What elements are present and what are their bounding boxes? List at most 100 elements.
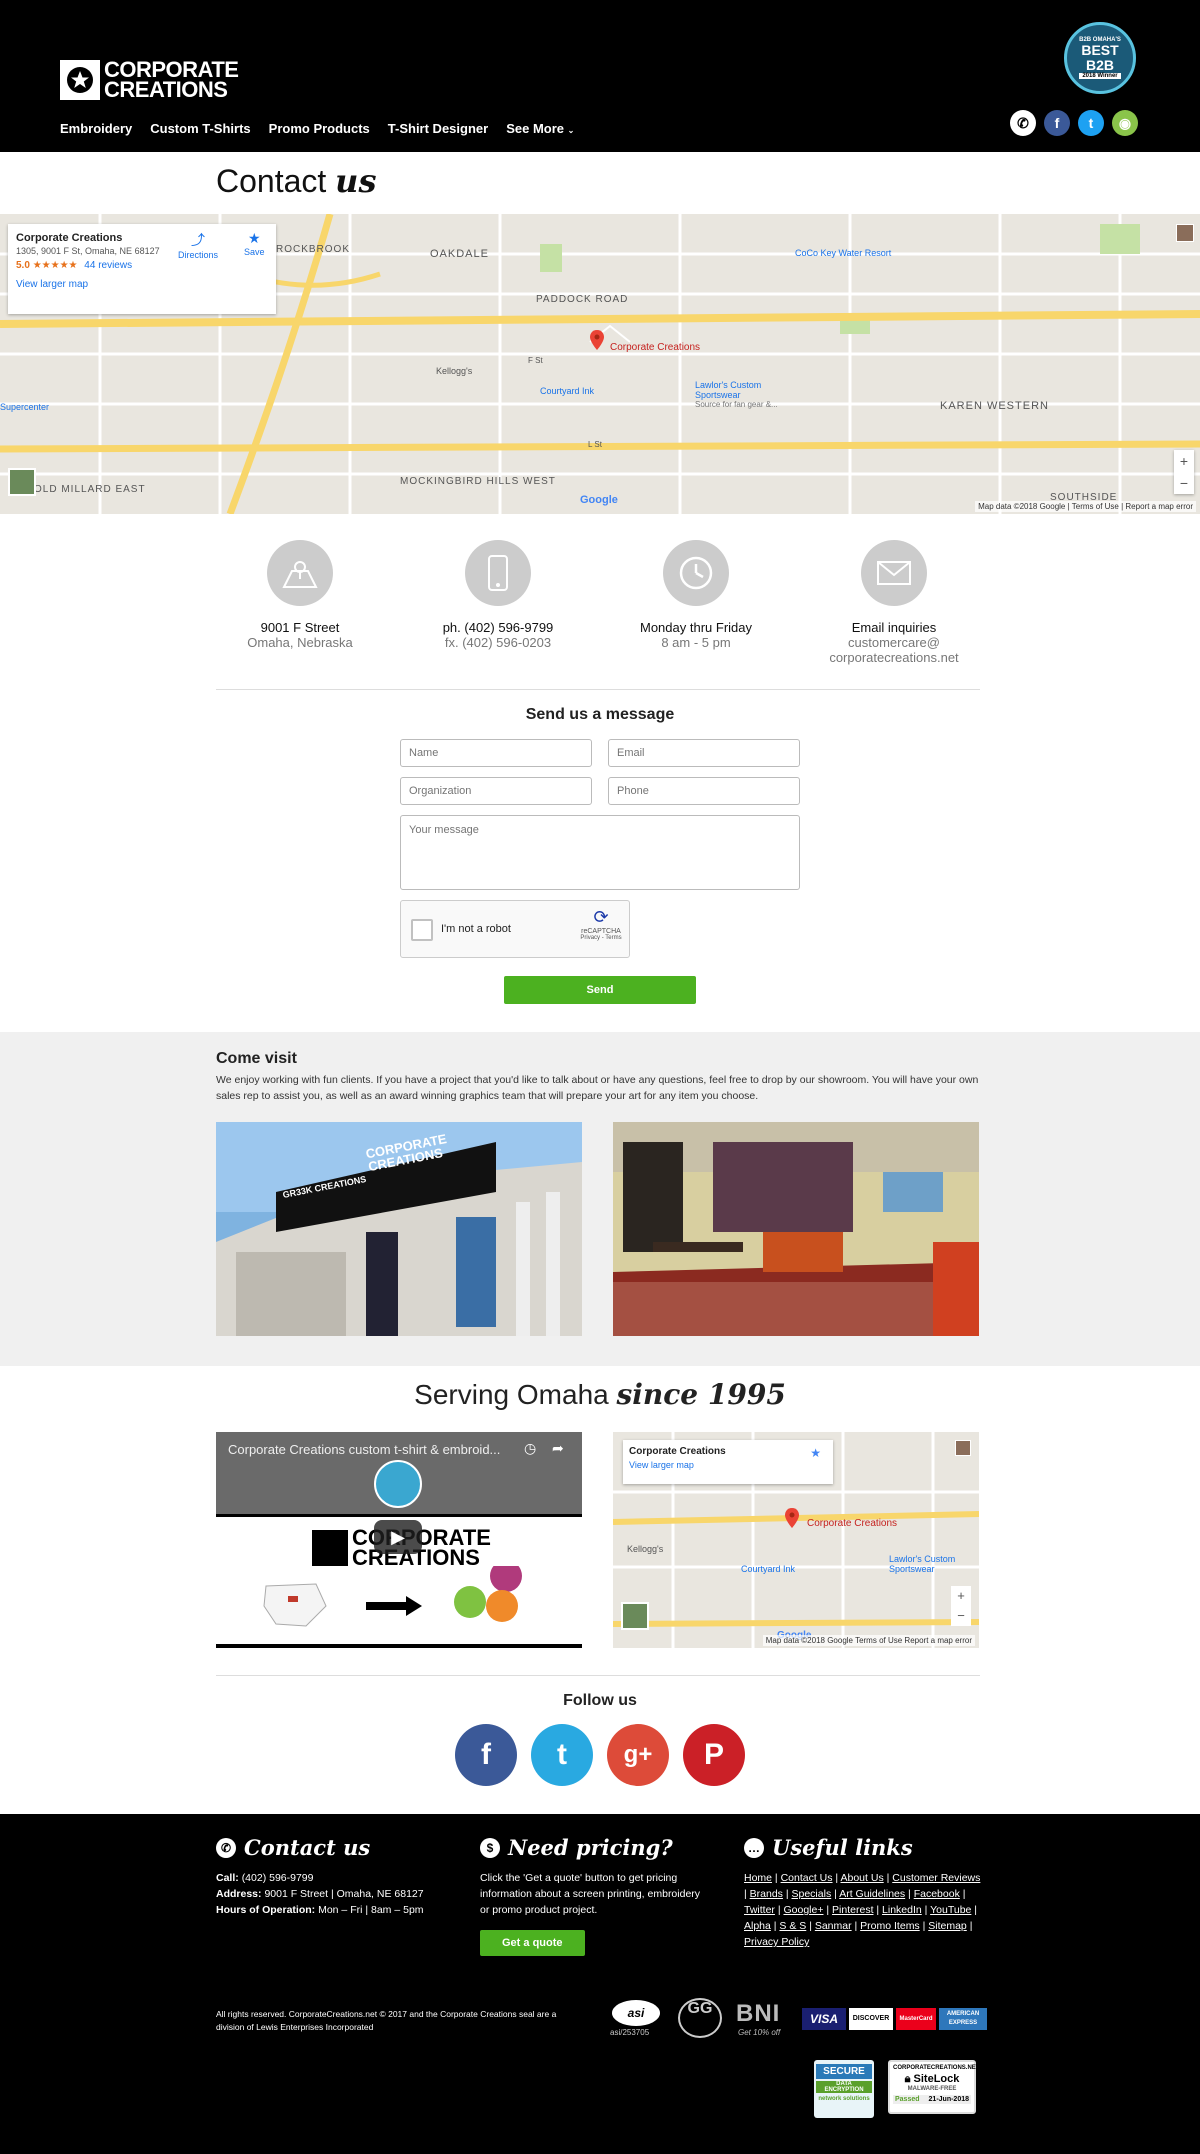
nav-embroidery[interactable]: Embroidery	[60, 121, 132, 136]
logo-mark-icon	[60, 60, 100, 100]
youtube-video[interactable]: Corporate Creations custom t-shirt & emb…	[216, 1432, 582, 1648]
google-map[interactable]: Corporate Creations 1305, 9001 F St, Oma…	[0, 214, 1200, 514]
footer-link[interactable]: Facebook	[914, 1888, 960, 1900]
footer-link[interactable]: Sitemap	[928, 1920, 967, 1932]
footer-links: … Useful links Home | Contact Us | About …	[744, 1837, 984, 1950]
gg-seal-icon: GG	[678, 1998, 722, 2038]
footer-link[interactable]: Pinterest	[832, 1904, 873, 1916]
send-button[interactable]: Send	[504, 976, 696, 1004]
recaptcha-widget: I'm not a robot ⟳ reCAPTCHA Privacy - Te…	[400, 900, 630, 958]
street-view-icon[interactable]	[955, 1440, 971, 1456]
pinterest-icon[interactable]: P	[683, 1724, 745, 1786]
sitelock-badge[interactable]: CORPORATECREATIONS.NET 🔒︎ SiteLock MALWA…	[888, 2060, 979, 2114]
secure-badge[interactable]: SECURE DATA ENCRYPTION network solutions	[814, 2060, 874, 2118]
map-place-card: Corporate Creations 1305, 9001 F St, Oma…	[8, 224, 276, 314]
map-reviews-link[interactable]: 44 reviews	[84, 260, 132, 271]
asi-logo: asi	[612, 2000, 660, 2026]
map2-place-card: Corporate Creations View larger map ★	[623, 1440, 833, 1484]
footer-link[interactable]: Art Guidelines	[839, 1888, 905, 1900]
nav-custom-tshirts[interactable]: Custom T-Shirts	[150, 121, 250, 136]
amex-icon: AMERICAN EXPRESS	[939, 2008, 987, 2030]
map-view-larger-link[interactable]: View larger map	[16, 279, 268, 290]
google-plus-icon[interactable]: g+	[607, 1724, 669, 1786]
footer-link[interactable]: Twitter	[744, 1904, 775, 1916]
footer-link[interactable]: YouTube	[930, 1904, 971, 1916]
watch-later-icon[interactable]: ◷	[524, 1440, 536, 1457]
map-pin-icon[interactable]	[590, 330, 604, 350]
asi-number: asi/253705	[610, 2028, 650, 2037]
phone-icon[interactable]: ✆	[1010, 110, 1036, 136]
footer-link[interactable]: Specials	[792, 1888, 832, 1900]
twitter-icon[interactable]: t	[531, 1724, 593, 1786]
footer-link[interactable]: Privacy Policy	[744, 1936, 809, 1948]
nav-tshirt-designer[interactable]: T-Shirt Designer	[388, 121, 488, 136]
footer-link[interactable]: S & S	[779, 1920, 806, 1932]
video-title[interactable]: Corporate Creations custom t-shirt & emb…	[228, 1442, 518, 1457]
visit-text: We enjoy working with fun clients. If yo…	[216, 1074, 979, 1102]
star-icon[interactable]: ★	[810, 1446, 821, 1460]
link-separator: |	[966, 1920, 973, 1932]
share-icon[interactable]: ➦	[552, 1440, 564, 1457]
discover-icon: DISCOVER	[849, 2008, 893, 2030]
zoom-in-button[interactable]: +	[951, 1586, 971, 1606]
visit-title: Come visit	[216, 1050, 297, 1067]
copyright: All rights reserved. CorporateCreations.…	[216, 2009, 557, 2032]
divider	[216, 1675, 980, 1676]
zoom-out-button[interactable]: −	[1174, 472, 1194, 494]
map-directions-button[interactable]: ⤴ Directions	[178, 230, 218, 260]
link-separator: |	[873, 1904, 883, 1916]
info-phone: ph. (402) 596-9799 fx. (402) 596-0203	[398, 540, 598, 650]
link-separator: |	[919, 1920, 929, 1932]
google-maps-icon[interactable]: ◉	[1112, 110, 1138, 136]
header-social: ✆ f t ◉	[1010, 110, 1138, 136]
get-a-quote-button[interactable]: Get a quote	[480, 1930, 585, 1956]
phone-input[interactable]	[608, 777, 800, 805]
google-logo: Google	[580, 494, 618, 506]
map2-pin-icon[interactable]	[785, 1508, 799, 1528]
logo[interactable]: CORPORATE CREATIONS	[60, 59, 239, 101]
site-footer: ✆ Contact us Call: (402) 596-9799 Address…	[0, 1814, 1200, 2154]
footer-link[interactable]: About Us	[841, 1872, 884, 1884]
map2-view-larger-link[interactable]: View larger map	[629, 1460, 827, 1470]
main-nav: Embroidery Custom T-Shirts Promo Product…	[60, 121, 574, 136]
street-view-icon[interactable]	[1176, 224, 1194, 242]
map-footer: Map data ©2018 Google | Terms of Use | R…	[975, 501, 1196, 512]
channel-avatar[interactable]	[374, 1460, 422, 1508]
facebook-icon[interactable]: f	[455, 1724, 517, 1786]
nav-see-more[interactable]: See More ⌄	[506, 121, 574, 136]
twitter-icon[interactable]: t	[1078, 110, 1104, 136]
serving-heading: Serving Omaha since 1995	[414, 1378, 786, 1411]
chat-icon: …	[744, 1838, 764, 1858]
map2-satellite-toggle[interactable]	[621, 1602, 649, 1630]
map-save-button[interactable]: ★ Save	[244, 230, 265, 257]
phone-icon: ✆	[216, 1838, 236, 1858]
link-separator: |	[851, 1920, 861, 1932]
directions-icon: ⤴	[191, 232, 205, 248]
footer-link[interactable]: Sanmar	[815, 1920, 852, 1932]
facebook-icon[interactable]: f	[1044, 110, 1070, 136]
footer-link[interactable]: Promo Items	[860, 1920, 920, 1932]
zoom-in-button[interactable]: +	[1174, 450, 1194, 472]
name-input[interactable]	[400, 739, 592, 767]
footer-link[interactable]: Home	[744, 1872, 772, 1884]
footer-link[interactable]: Google+	[783, 1904, 823, 1916]
google-map-small[interactable]: Corporate Creations View larger map ★ Co…	[613, 1432, 979, 1648]
link-separator: |	[905, 1888, 914, 1900]
footer-pricing: $ Need pricing? Click the 'Get a quote' b…	[480, 1837, 710, 1956]
map-satellite-toggle[interactable]	[8, 468, 36, 496]
map-icon	[267, 540, 333, 606]
message-input[interactable]	[400, 815, 800, 890]
recaptcha-checkbox[interactable]	[411, 919, 433, 941]
footer-link[interactable]: Alpha	[744, 1920, 771, 1932]
zoom-out-button[interactable]: −	[951, 1606, 971, 1626]
footer-link[interactable]: LinkedIn	[882, 1904, 922, 1916]
link-separator: |	[806, 1920, 815, 1932]
info-address: 9001 F Street Omaha, Nebraska	[200, 540, 400, 650]
play-icon[interactable]: ▶	[374, 1520, 422, 1554]
footer-link[interactable]: Contact Us	[781, 1872, 833, 1884]
footer-link[interactable]: Customer Reviews	[892, 1872, 980, 1884]
email-input[interactable]	[608, 739, 800, 767]
footer-link[interactable]: Brands	[750, 1888, 783, 1900]
nav-promo-products[interactable]: Promo Products	[269, 121, 370, 136]
organization-input[interactable]	[400, 777, 592, 805]
